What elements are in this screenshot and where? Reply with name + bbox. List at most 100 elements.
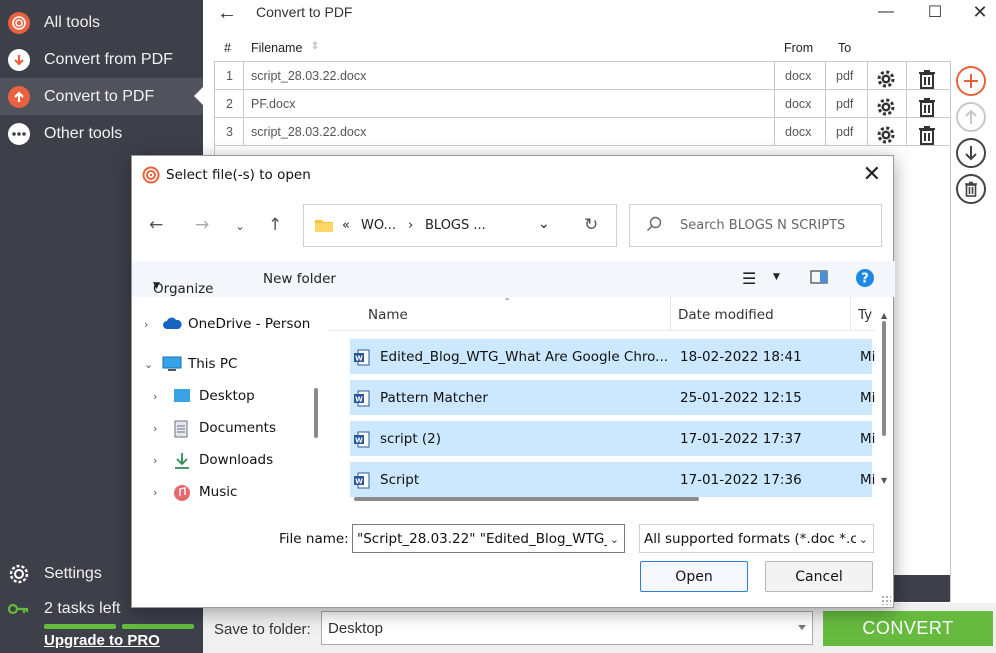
breadcrumb-2[interactable]: BLOGS ... (425, 218, 486, 233)
file-date: 17-01-2022 17:37 (680, 431, 802, 447)
breadcrumb-sep: › (408, 218, 414, 233)
list-item[interactable]: W Edited_Blog_WTG_What Are Google Chro..… (350, 339, 875, 374)
file-table: 1 script_28.03.22.docx docx pdf 2 PF.doc… (214, 61, 950, 146)
nav-item-desktop[interactable]: › Desktop (153, 385, 255, 407)
dialog-nav-bar: ← → ⌄ ↑ « WO... › BLOGS ... ⌄ ↻ Search B… (132, 201, 895, 251)
row-num: 2 (226, 97, 233, 111)
arrow-up-icon (965, 109, 977, 124)
add-file-button[interactable] (956, 66, 986, 96)
nav-scrollbar[interactable] (314, 388, 318, 438)
col-type[interactable]: Ty (858, 307, 872, 323)
resize-grip[interactable] (881, 595, 891, 605)
breadcrumb-1[interactable]: WO... (361, 218, 396, 233)
preview-pane-icon[interactable] (810, 270, 828, 288)
recent-chevron-icon[interactable]: ⌄ (235, 219, 245, 233)
row-to: pdf (836, 97, 854, 111)
table-row[interactable]: 3 script_28.03.22.docx docx pdf (214, 118, 950, 146)
refresh-icon[interactable]: ↻ (584, 215, 598, 235)
forward-arrow-icon[interactable]: → (195, 215, 209, 235)
save-folder-value: Desktop (328, 620, 384, 637)
search-box[interactable]: Search BLOGS N SCRIPTS (629, 204, 882, 247)
address-bar[interactable]: « WO... › BLOGS ... ⌄ ↻ (303, 204, 617, 247)
up-arrow-icon[interactable]: ↑ (268, 215, 282, 235)
sort-icon: ⇕ (311, 41, 320, 52)
dialog-title: Select file(-s) to open (166, 167, 311, 183)
trash-icon[interactable] (918, 97, 938, 117)
file-list-hscrollbar[interactable] (354, 497, 699, 501)
col-filename[interactable]: Filename (251, 41, 302, 55)
document-icon (173, 420, 191, 438)
scroll-up-icon[interactable]: ▲ (881, 311, 887, 320)
app-logo-icon (142, 166, 160, 184)
file-type-select[interactable]: All supported formats (*.doc *.c ⌄ (639, 524, 874, 553)
gear-icon[interactable] (876, 97, 896, 117)
chevron-right-icon: › (144, 317, 149, 331)
move-down-button[interactable] (956, 138, 986, 168)
chevron-down-icon[interactable]: ⌄ (538, 216, 550, 232)
new-folder-button[interactable]: New folder (263, 271, 336, 287)
sidebar-item-other-tools[interactable]: Other tools (0, 115, 203, 152)
close-icon[interactable]: ✕ (863, 162, 881, 187)
row-from: docx (785, 97, 812, 111)
nav-item-music[interactable]: › Music (153, 481, 237, 503)
sidebar-item-label: Other tools (44, 124, 123, 142)
nav-item-documents[interactable]: › Documents (153, 417, 276, 439)
file-name: Script (380, 472, 420, 488)
arrow-up-icon (8, 85, 30, 108)
sidebar-item-label: Convert from PDF (44, 50, 173, 68)
file-date: 18-02-2022 18:41 (680, 349, 802, 365)
view-list-icon[interactable]: ☰ (742, 269, 756, 288)
back-arrow-icon[interactable]: ← (149, 215, 163, 235)
trash-icon[interactable] (918, 125, 938, 145)
list-item[interactable]: W script (2) 17-01-2022 17:37 Mi (350, 421, 875, 456)
gear-icon[interactable] (876, 125, 896, 145)
help-icon[interactable]: ? (855, 268, 875, 292)
file-name-input[interactable]: "Script_28.03.22" "Edited_Blog_WTG_' ⌄ (352, 524, 625, 553)
gear-icon[interactable] (876, 69, 896, 89)
row-filename: script_28.03.22.docx (251, 69, 367, 83)
nav-item-onedrive[interactable]: › OneDrive - Person (144, 313, 310, 335)
word-doc-icon: W (354, 472, 370, 489)
row-filename: script_28.03.22.docx (251, 125, 367, 139)
cancel-button[interactable]: Cancel (765, 561, 873, 592)
chevron-down-icon[interactable]: ⌄ (606, 533, 619, 546)
bottom-bar: Save to folder: Desktop CONVERT (203, 603, 996, 653)
file-date: 25-01-2022 12:15 (680, 390, 802, 406)
col-date-modified[interactable]: Date modified (678, 307, 774, 323)
tasks-left-label: 2 tasks left (44, 600, 121, 617)
sidebar-item-convert-to-pdf[interactable]: Convert to PDF (0, 78, 203, 115)
chevron-down-icon[interactable]: ▼ (773, 272, 780, 282)
file-list-header: ⌃ Name Date modified Ty (330, 297, 875, 331)
table-row[interactable]: 2 PF.docx docx pdf (214, 90, 950, 118)
back-arrow-icon[interactable]: ← (217, 2, 237, 25)
file-actions (956, 66, 990, 210)
nav-item-this-pc[interactable]: ⌄ This PC (144, 353, 237, 375)
move-up-button[interactable] (956, 102, 986, 132)
list-item[interactable]: W Pattern Matcher 25-01-2022 12:15 Mi (350, 380, 875, 415)
maximize-icon[interactable]: ☐ (920, 0, 950, 24)
nav-item-downloads[interactable]: › Downloads (153, 449, 273, 471)
row-num: 1 (226, 69, 233, 83)
open-file-dialog: Select file(-s) to open ✕ ← → ⌄ ↑ « WO..… (131, 155, 895, 608)
convert-button[interactable]: CONVERT (823, 611, 993, 646)
file-date: 17-01-2022 17:36 (680, 472, 802, 488)
minimize-icon[interactable]: — (871, 0, 901, 24)
save-folder-select[interactable]: Desktop (321, 611, 813, 645)
trash-icon[interactable] (918, 69, 938, 89)
upgrade-link[interactable]: Upgrade to PRO (44, 632, 198, 649)
col-name[interactable]: Name (368, 307, 408, 323)
computer-icon (162, 356, 182, 372)
svg-text:W: W (355, 478, 363, 486)
open-button[interactable]: Open (640, 561, 748, 592)
chevron-down-icon: ⌄ (855, 533, 868, 546)
sidebar-item-all-tools[interactable]: All tools (0, 4, 203, 41)
list-item[interactable]: W Script 17-01-2022 17:36 Mi (350, 462, 875, 497)
chevron-right-icon: › (153, 485, 158, 499)
file-list-vscrollbar[interactable] (882, 321, 886, 436)
table-row[interactable]: 1 script_28.03.22.docx docx pdf (214, 62, 950, 90)
svg-text:W: W (355, 437, 363, 445)
scroll-down-icon[interactable]: ▼ (881, 476, 887, 485)
sidebar-item-convert-from-pdf[interactable]: Convert from PDF (0, 41, 203, 78)
close-icon[interactable]: ✕ (965, 0, 995, 24)
remove-all-button[interactable] (956, 174, 986, 204)
